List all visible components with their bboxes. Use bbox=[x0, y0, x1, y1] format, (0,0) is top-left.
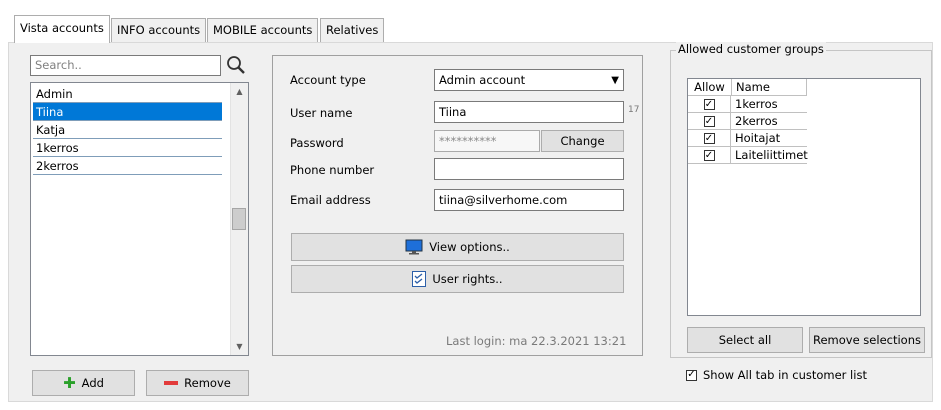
allow-checkbox[interactable]: ✓ bbox=[703, 150, 715, 161]
chevron-down-icon: ▼ bbox=[611, 74, 619, 86]
tab-mobile-accounts[interactable]: MOBILE accounts bbox=[207, 18, 319, 42]
phone-number-input[interactable] bbox=[434, 158, 624, 180]
email-address-label: Email address bbox=[290, 193, 371, 207]
tab-vista-accounts[interactable]: Vista accounts bbox=[14, 15, 110, 43]
user-rights-button[interactable]: User rights.. bbox=[291, 265, 624, 293]
add-button[interactable]: ✚ Add bbox=[32, 370, 135, 396]
change-password-button[interactable]: Change bbox=[541, 130, 624, 152]
tab-relatives[interactable]: Relatives bbox=[320, 18, 385, 42]
column-header-name[interactable]: Name bbox=[732, 79, 807, 96]
password-label: Password bbox=[290, 136, 344, 150]
email-address-input[interactable]: tiina@silverhome.com bbox=[434, 189, 624, 211]
search-icon bbox=[227, 56, 245, 74]
last-login-text: Last login: ma 22.3.2021 13:21 bbox=[446, 334, 627, 348]
list-item-selected[interactable]: Tiina bbox=[33, 103, 222, 121]
list-item[interactable]: 2kerros bbox=[33, 157, 222, 175]
table-row[interactable]: ✓ Hoitajat bbox=[688, 130, 807, 147]
user-name-input[interactable]: Tiina bbox=[434, 101, 624, 123]
user-name-char-count: 17 bbox=[628, 105, 640, 115]
remove-selections-button[interactable]: Remove selections bbox=[809, 327, 925, 353]
list-item[interactable]: 1kerros bbox=[33, 139, 222, 157]
groups-table[interactable]: Allow Name ✓ 1kerros ✓ 2kerros ✓ Hoitaja… bbox=[687, 78, 921, 316]
select-all-button[interactable]: Select all bbox=[687, 327, 803, 353]
scroll-up-icon[interactable]: ▲ bbox=[231, 83, 248, 100]
allowed-groups-title: Allowed customer groups bbox=[676, 42, 826, 56]
table-row[interactable]: ✓ Laiteliittimet bbox=[688, 147, 808, 164]
allow-checkbox[interactable]: ✓ bbox=[703, 116, 715, 127]
search-input[interactable]: Search.. bbox=[30, 55, 221, 76]
tab-info-accounts[interactable]: INFO accounts bbox=[111, 18, 207, 42]
checklist-icon bbox=[412, 271, 427, 287]
list-item[interactable]: Admin bbox=[33, 85, 222, 103]
phone-number-label: Phone number bbox=[290, 163, 375, 177]
column-header-allow[interactable]: Allow bbox=[688, 79, 732, 96]
minus-icon bbox=[164, 381, 179, 385]
monitor-icon bbox=[405, 239, 423, 255]
remove-button[interactable]: Remove bbox=[146, 370, 249, 396]
show-all-tab-checkbox[interactable]: ✓ bbox=[686, 369, 697, 381]
scroll-thumb[interactable] bbox=[232, 208, 246, 230]
list-item[interactable]: Katja bbox=[33, 121, 222, 139]
user-name-label: User name bbox=[290, 106, 353, 120]
table-row[interactable]: ✓ 1kerros bbox=[688, 96, 807, 113]
scrollbar[interactable]: ▲ ▼ bbox=[230, 83, 248, 355]
table-row[interactable]: ✓ 2kerros bbox=[688, 113, 807, 130]
show-all-tab-option[interactable]: ✓ Show All tab in customer list bbox=[686, 368, 867, 382]
allow-checkbox[interactable]: ✓ bbox=[703, 133, 715, 144]
account-type-select[interactable]: Admin account ▼ bbox=[434, 69, 624, 91]
allow-checkbox[interactable]: ✓ bbox=[703, 99, 715, 110]
view-options-button[interactable]: View options.. bbox=[291, 233, 624, 261]
search-button[interactable] bbox=[224, 53, 248, 77]
account-list[interactable]: Admin Tiina Katja 1kerros 2kerros ▲ ▼ bbox=[30, 82, 249, 356]
account-type-label: Account type bbox=[290, 73, 366, 87]
password-field: ********** bbox=[434, 130, 540, 152]
scroll-down-icon[interactable]: ▼ bbox=[231, 338, 248, 355]
plus-icon: ✚ bbox=[63, 374, 76, 392]
